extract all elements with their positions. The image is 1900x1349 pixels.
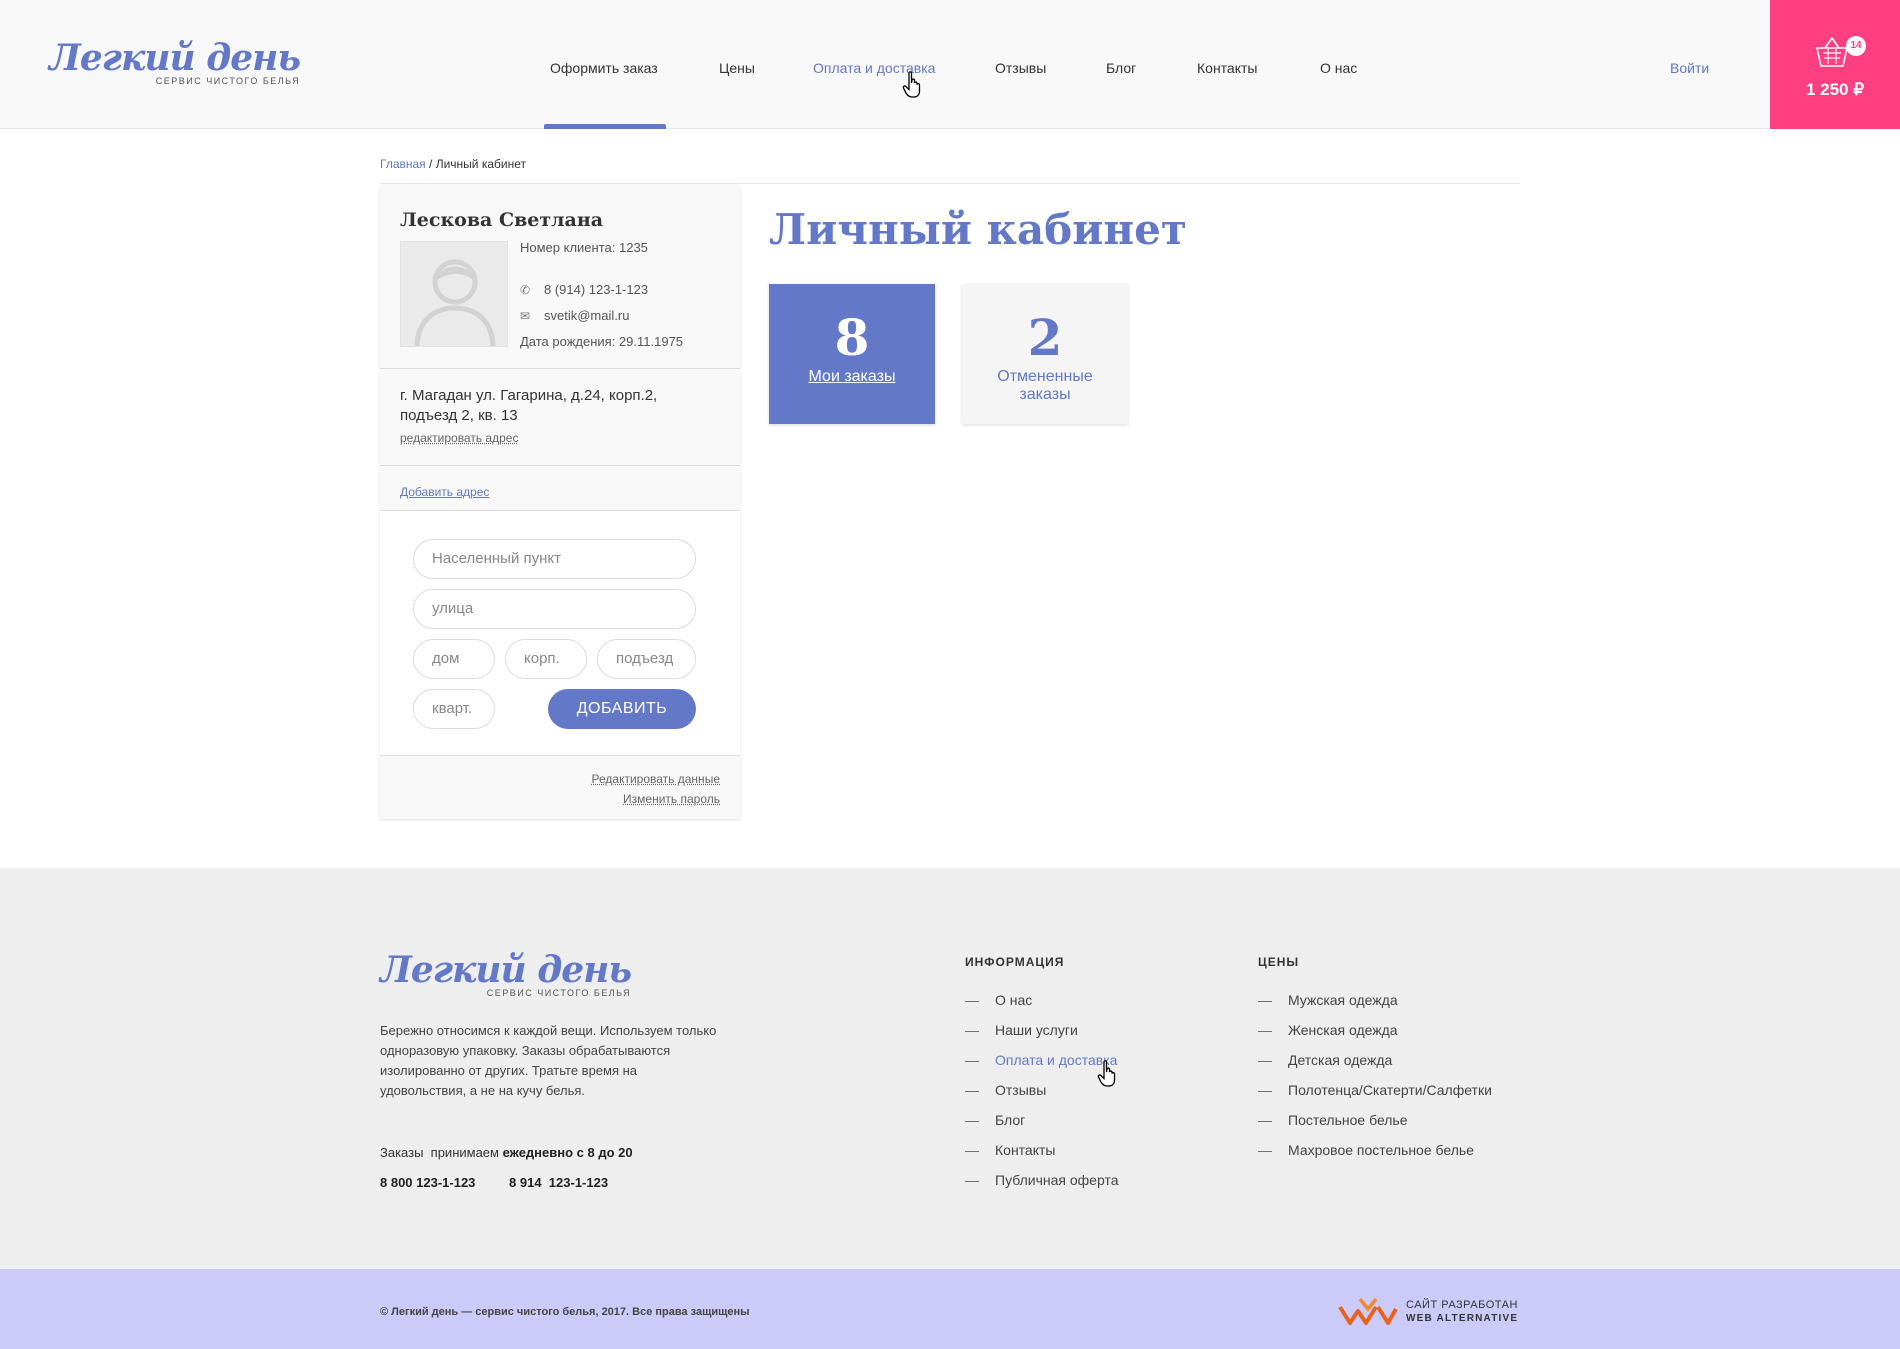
nav-item-prices[interactable]: Цены bbox=[719, 60, 755, 76]
add-address-form: Населенный пункт улица дом корп. подъезд… bbox=[380, 510, 740, 756]
edit-data-link[interactable]: Редактировать данные bbox=[592, 772, 720, 786]
profile-email: svetik@mail.ru bbox=[544, 308, 630, 323]
developer-logo-icon bbox=[1338, 1297, 1398, 1325]
divider bbox=[380, 465, 740, 466]
breadcrumb: Главная / Личный кабинет bbox=[380, 157, 526, 171]
client-number: Номер клиента: 1235 bbox=[520, 240, 648, 255]
building-input[interactable]: корп. bbox=[505, 639, 587, 679]
change-password-link[interactable]: Изменить пароль bbox=[623, 792, 720, 806]
city-input[interactable]: Населенный пункт bbox=[413, 539, 696, 579]
footer-phones: 8 800 123-1-123 8 914 123-1-123 bbox=[380, 1175, 608, 1190]
breadcrumb-home[interactable]: Главная bbox=[380, 157, 426, 171]
site-logo[interactable]: Легкий день СЕРВИС ЧИСТОГО БЕЛЬЯ bbox=[49, 37, 301, 86]
basket-icon bbox=[1816, 36, 1848, 67]
developer-line-2: WEB ALTERNATIVE bbox=[1406, 1313, 1519, 1324]
add-address-link[interactable]: Добавить адрес bbox=[400, 485, 489, 499]
footer-info-item[interactable]: — Блог bbox=[965, 1112, 1025, 1128]
phone-icon: ✆ bbox=[520, 283, 531, 297]
orders-count: 8 bbox=[834, 308, 870, 367]
street-input[interactable]: улица bbox=[413, 589, 696, 629]
copyright-text: © Легкий день — сервис чистого белья, 20… bbox=[380, 1306, 750, 1318]
house-input[interactable]: дом bbox=[413, 639, 495, 679]
cancelled-count: 2 bbox=[1027, 308, 1063, 367]
footer-logo[interactable]: Легкий день СЕРВИС ЧИСТОГО БЕЛЬЯ bbox=[380, 949, 632, 998]
site-header: Легкий день СЕРВИС ЧИСТОГО БЕЛЬЯ Оформит… bbox=[0, 0, 1900, 129]
nav-item-about[interactable]: О нас bbox=[1320, 60, 1357, 76]
avatar bbox=[400, 241, 508, 347]
profile-card: Лескова Светлана Номер клиента: 1235 ✆ 8 … bbox=[380, 185, 740, 819]
entrance-input[interactable]: подъезд bbox=[597, 639, 696, 679]
footer-price-item[interactable]: — Мужская одежда bbox=[1258, 992, 1398, 1008]
info-column-title: ИНФОРМАЦИЯ bbox=[965, 955, 1065, 969]
my-orders-tile[interactable]: 8 Мои заказы bbox=[769, 284, 935, 424]
footer-price-item[interactable]: — Детская одежда bbox=[1258, 1052, 1392, 1068]
prices-column-title: ЦЕНЫ bbox=[1258, 955, 1300, 969]
address-line-1: г. Магадан ул. Гагарина, д.24, корп.2, bbox=[400, 387, 658, 404]
profile-email-row: ✉ svetik@mail.ru bbox=[520, 308, 629, 323]
add-address-button[interactable]: ДОБАВИТЬ bbox=[548, 689, 696, 729]
footer-info-item[interactable]: — О нас bbox=[965, 992, 1032, 1008]
developer-text: САЙТ РАЗРАБОТАН WEB ALTERNATIVE bbox=[1406, 1299, 1518, 1325]
logo-wordmark: Легкий день bbox=[380, 949, 632, 991]
footer-info-item[interactable]: — Публичная оферта bbox=[965, 1172, 1119, 1188]
cart-button[interactable]: 14 1 250 ₽ bbox=[1770, 0, 1900, 129]
nav-active-indicator bbox=[544, 124, 666, 129]
apartment-input[interactable]: кварт. bbox=[413, 689, 495, 729]
nav-item-blog[interactable]: Блог bbox=[1106, 60, 1136, 76]
footer-price-item[interactable]: — Женская одежда bbox=[1258, 1022, 1398, 1038]
breadcrumb-separator: / bbox=[425, 157, 436, 171]
cart-count-badge: 14 bbox=[1846, 36, 1866, 56]
page-title: Личный кабинет bbox=[769, 205, 1187, 254]
divider bbox=[380, 368, 740, 369]
orders-label: Мои заказы bbox=[808, 368, 896, 385]
cart-total: 1 250 ₽ bbox=[1805, 80, 1865, 99]
breadcrumb-divider bbox=[380, 183, 1520, 184]
cancelled-label-line-1: Отмененные bbox=[997, 368, 1093, 385]
footer-description: Бережно относимся к каждой вещи. Использ… bbox=[380, 1023, 717, 1098]
hours-prefix: Заказы принимаем bbox=[380, 1145, 503, 1160]
footer-price-item[interactable]: — Махровое постельное белье bbox=[1258, 1142, 1474, 1158]
cancelled-orders-tile[interactable]: 2 Отмененные заказы bbox=[962, 284, 1128, 424]
footer-price-item[interactable]: — Постельное белье bbox=[1258, 1112, 1408, 1128]
footer-price-item[interactable]: — Полотенца/Скатерти/Салфетки bbox=[1258, 1082, 1492, 1098]
logo-wordmark: Легкий день bbox=[49, 37, 301, 79]
nav-item-contacts[interactable]: Контакты bbox=[1197, 60, 1257, 76]
footer-info-item[interactable]: — Наши услуги bbox=[965, 1022, 1078, 1038]
developer-line-1: САЙТ РАЗРАБОТАН bbox=[1406, 1299, 1518, 1311]
footer-hours: Заказы принимаем ежедневно с 8 до 20 bbox=[380, 1145, 633, 1160]
login-link[interactable]: Войти bbox=[1670, 60, 1709, 76]
profile-birthdate: Дата рождения: 29.11.1975 bbox=[520, 334, 684, 349]
user-placeholder-icon bbox=[414, 259, 496, 346]
site-footer: Легкий день СЕРВИС ЧИСТОГО БЕЛЬЯ Бережно… bbox=[0, 868, 1900, 1269]
footer-info-item[interactable]: — Оплата и доставка bbox=[965, 1052, 1117, 1068]
profile-phone: 8 (914) 123-1-123 bbox=[544, 282, 649, 297]
footer-info-item[interactable]: — Контакты bbox=[965, 1142, 1055, 1158]
envelope-icon: ✉ bbox=[520, 309, 531, 323]
profile-address: г. Магадан ул. Гагарина, д.24, корп.2, п… bbox=[400, 386, 720, 426]
footer-phone-2[interactable]: 8 914 123-1-123 bbox=[509, 1175, 608, 1190]
profile-phone-row: ✆ 8 (914) 123-1-123 bbox=[520, 282, 648, 297]
copyright-bar: © Легкий день — сервис чистого белья, 20… bbox=[0, 1269, 1900, 1349]
nav-item-order[interactable]: Оформить заказ bbox=[550, 60, 658, 76]
hours-value: ежедневно с 8 до 20 bbox=[502, 1145, 633, 1160]
footer-phone-1[interactable]: 8 800 123-1-123 bbox=[380, 1175, 475, 1190]
nav-item-payment-delivery[interactable]: Оплата и доставка bbox=[813, 60, 935, 76]
breadcrumb-current: Личный кабинет bbox=[435, 157, 526, 171]
nav-item-reviews[interactable]: Отзывы bbox=[995, 60, 1046, 76]
footer-info-item[interactable]: — Отзывы bbox=[965, 1082, 1046, 1098]
profile-name: Лескова Светлана bbox=[400, 209, 604, 231]
cancelled-label: Отмененные заказы bbox=[962, 368, 1128, 404]
cancelled-label-line-2: заказы bbox=[1019, 386, 1071, 403]
developer-credit[interactable]: САЙТ РАЗРАБОТАН WEB ALTERNATIVE bbox=[1338, 1295, 1523, 1327]
edit-address-link[interactable]: редактировать адрес bbox=[400, 431, 518, 445]
address-line-2: подъезд 2, кв. 13 bbox=[400, 407, 518, 424]
